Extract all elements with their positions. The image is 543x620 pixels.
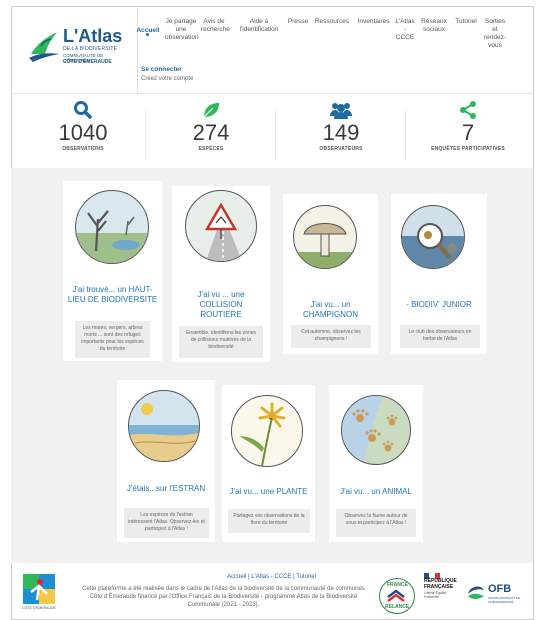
leaf-icon <box>203 103 219 118</box>
card-biodiv-junior[interactable]: - BIODIV' JUNIOR Le club des observateur… <box>391 194 487 354</box>
stat-label: ENQUÊTES PARTICIPATIVES <box>431 146 505 152</box>
ofb-title: OFB <box>488 583 512 595</box>
stat-observateurs: 149 OBSERVATEURS <box>276 100 406 152</box>
card-animal[interactable]: J'ai vu... un ANIMAL Observez la faune a… <box>329 385 423 542</box>
card-title: J'ai trouvé... un HAUT-LIEU DE BIODIVERS… <box>67 285 158 304</box>
nav-presse[interactable]: Presse <box>286 18 310 26</box>
stat-enquetes: 7 ENQUÊTES PARTICIPATIVES <box>403 100 533 152</box>
card-champignon[interactable]: J'ai vu... un CHAMPIGNON Cet automne, ob… <box>283 194 378 354</box>
republique-francaise-logo: RÉPUBLIQUE FRANÇAISE Liberté Égalité Fra… <box>424 573 462 599</box>
stat-label: OBSERVATIONS <box>62 146 104 152</box>
nav-inventaires[interactable]: Inventaires <box>355 18 392 26</box>
road-sign-illustration <box>185 190 257 262</box>
share-icon <box>460 101 476 119</box>
landscape-illustration <box>75 190 149 264</box>
card-description: Ensemble, identifions les zones de colli… <box>179 326 263 358</box>
card-title: J'ai vu ... une COLLISION ROUTIERE <box>197 290 245 319</box>
account-box: Se connecter Créez votre compte <box>141 66 193 82</box>
users-icon <box>330 103 352 119</box>
france-relance-logo: FRANCE RELANCE <box>379 578 415 614</box>
stat-label: OBSERVATEURS <box>319 146 363 152</box>
card-description: Partagez vos observations de la flore du… <box>228 509 310 533</box>
rf-title: RÉPUBLIQUE FRANÇAISE <box>424 578 457 590</box>
magnifier-illustration <box>401 205 465 269</box>
ccce-caption: CÔTE D'ÉMERAUDE <box>22 606 56 610</box>
animal-tracks-illustration <box>341 395 411 465</box>
ofb-subtitle: OFFICE FRANÇAIS DE LA BIODIVERSITÉ <box>488 596 521 604</box>
card-plante[interactable]: J'ai vu... une PLANTE Partagez vos obser… <box>222 385 315 542</box>
nav-tutoriel[interactable]: Tutoriel <box>453 18 479 26</box>
card-description: Les mares, vergers, arbres morts ... son… <box>75 321 150 358</box>
nav-sorties-rendez-vous[interactable]: Sorties et rendez-vous <box>484 18 506 50</box>
nav-avis-de-recherche[interactable]: Avis de recherche <box>201 18 230 34</box>
stat-value: 274 <box>192 120 230 145</box>
search-icon <box>74 101 92 119</box>
card-haut-lieu-biodiversite[interactable]: J'ai trouvé... un HAUT-LIEU DE BIODIVERS… <box>63 181 162 361</box>
card-description: Le club des observateurs en herbe de l'A… <box>400 325 480 348</box>
stat-especes: 274 ESPÈCES <box>146 100 276 152</box>
ofb-logo: OFB OFFICE FRANÇAIS DE LA BIODIVERSITÉ <box>466 582 521 604</box>
card-title: J'ai vu... un CHAMPIGNON <box>302 300 359 319</box>
card-collision-routiere[interactable]: J'ai vu ... une COLLISION ROUTIERE Ensem… <box>172 186 270 362</box>
card-title: J'ai vu... une PLANTE <box>229 487 308 496</box>
stat-observations: 1040 OBSERVATIONS <box>18 100 148 152</box>
card-description: Cet automne, observez les champignons ! <box>291 325 371 348</box>
flower-illustration <box>231 395 303 467</box>
nav-atlas-ccce[interactable]: L'Atlas - CCCE <box>395 18 415 42</box>
create-account-link[interactable]: Créez votre compte <box>141 76 193 82</box>
login-link[interactable]: Se connecter <box>141 66 193 73</box>
stat-value: 7 <box>461 120 475 145</box>
card-description: Observez la faune autour de vous et part… <box>336 509 416 537</box>
card-description: Les espèces de l'estran intéressent l'At… <box>124 508 209 538</box>
stat-label: ESPÈCES <box>198 146 224 152</box>
card-title: J'ai vu... un ANIMAL <box>340 487 412 496</box>
nav-accueil[interactable]: Accueil <box>136 27 160 35</box>
nav-reseaux-sociaux[interactable]: Réseaux sociaux <box>420 18 448 34</box>
header-bottom-divider <box>11 93 533 94</box>
beach-illustration <box>128 390 200 462</box>
ofb-swirl-icon <box>468 586 484 599</box>
nav-je-partage[interactable]: Je partage une observation <box>165 18 199 42</box>
card-title: - BIODIV' JUNIOR <box>406 300 472 309</box>
card-estran[interactable]: J'étais...sur l'ESTRAN Les espèces de l'… <box>117 380 215 542</box>
nav-aide-identification[interactable]: Aide à l'identification <box>238 18 280 34</box>
stat-value: 1040 <box>58 120 108 145</box>
rf-motto: Liberté Égalité Fraternité <box>424 591 447 599</box>
relance-bottom-text: RELANCE <box>385 604 410 610</box>
mushroom-illustration <box>293 205 357 269</box>
main-nav: Accueil Je partage une observation Avis … <box>0 16 543 66</box>
nav-ressources[interactable]: Ressources <box>313 18 351 26</box>
footer-text: Cette plateforme a été réalisée dans le … <box>82 586 365 608</box>
card-title: J'étais...sur l'ESTRAN <box>126 484 206 493</box>
stat-value: 149 <box>322 120 360 145</box>
